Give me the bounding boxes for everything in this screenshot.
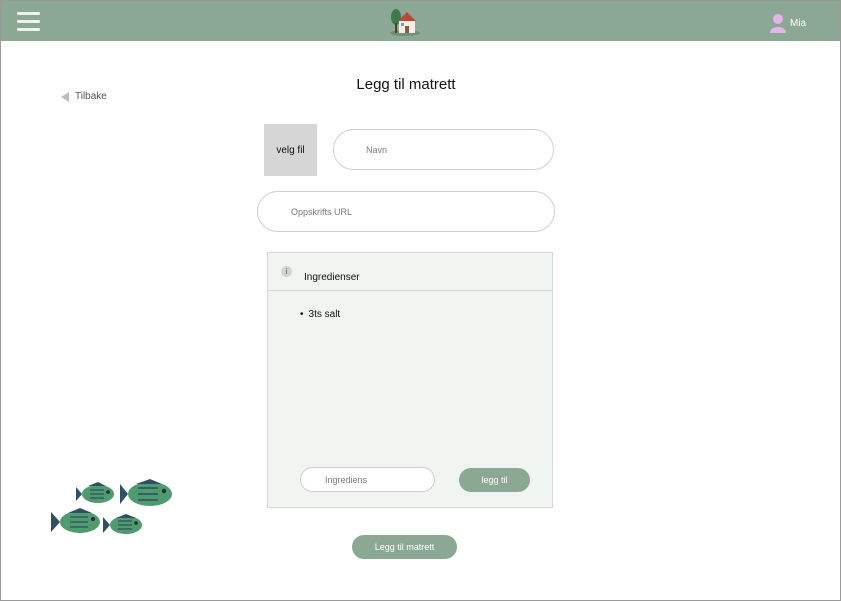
back-arrow-icon xyxy=(61,91,69,102)
back-link[interactable]: Tilbake xyxy=(61,91,107,102)
choose-file-button[interactable]: velg fil xyxy=(264,124,317,176)
list-item: 3ts salt xyxy=(300,309,341,320)
ingredients-header: i Ingredienser xyxy=(268,253,552,291)
top-bar: Mia xyxy=(1,1,840,41)
ingredients-list: 3ts salt xyxy=(300,309,341,320)
add-ingredient-button[interactable]: legg til xyxy=(459,468,530,492)
ingredients-title: Ingredienser xyxy=(304,272,360,283)
back-label: Tilbake xyxy=(75,91,107,102)
add-dish-button[interactable]: Legg til matrett xyxy=(352,535,457,559)
name-input[interactable] xyxy=(333,129,554,170)
hamburger-menu-icon[interactable] xyxy=(17,12,40,32)
page-title: Legg til matrett xyxy=(356,76,456,93)
ingredient-input[interactable] xyxy=(300,467,435,492)
user-menu[interactable]: Mia xyxy=(770,12,806,34)
info-icon[interactable]: i xyxy=(281,266,292,277)
user-avatar-icon xyxy=(770,13,786,33)
user-name: Mia xyxy=(790,17,807,29)
house-logo-icon[interactable] xyxy=(388,7,422,37)
ingredients-panel: i Ingredienser 3ts salt legg til xyxy=(267,252,553,508)
recipe-url-input[interactable] xyxy=(257,191,555,232)
fish-school-icon xyxy=(51,479,172,534)
